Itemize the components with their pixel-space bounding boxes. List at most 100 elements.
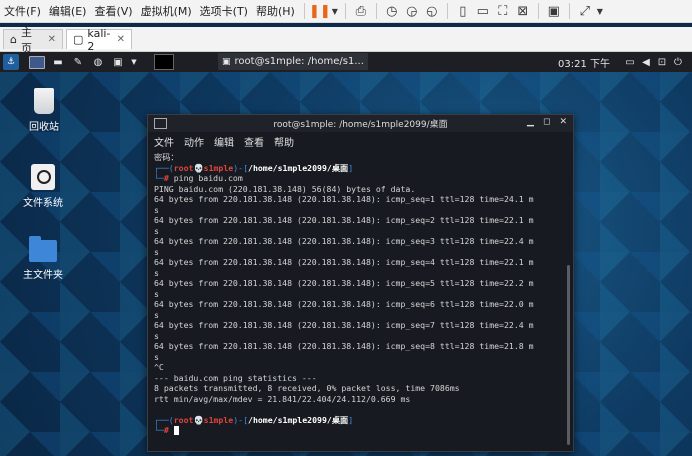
folder-icon — [29, 236, 57, 262]
sidebar-toggle-icon[interactable]: ▯ — [453, 2, 473, 20]
snapshot-manager-icon[interactable]: ◵ — [422, 2, 442, 20]
tab-kali[interactable]: ▢ kali-2 ✕ — [66, 27, 132, 53]
terminal-console-icon[interactable]: ▣ — [544, 2, 564, 20]
close-icon[interactable]: ✕ — [559, 117, 567, 127]
desktop-icon-trash[interactable]: 回收站 — [12, 88, 76, 133]
wrap-char: s — [154, 204, 159, 215]
password-prompt: 密码： — [154, 152, 179, 162]
vm-tab-bar: ⌂ 主页 ✕ ▢ kali-2 ✕ — [0, 26, 692, 55]
prompt-line: ┌──(root💀s1mple)-[/home/s1mple2099/桌面] — [154, 162, 354, 173]
maximize-icon[interactable]: ◻ — [543, 117, 550, 127]
ping-header: PING baidu.com (220.181.38.148) 56(84) b… — [154, 183, 416, 194]
toolbar-divider — [568, 3, 570, 19]
close-icon[interactable]: ✕ — [117, 34, 125, 45]
wrap-char: s — [154, 309, 159, 320]
menu-help[interactable]: 帮助(H) — [252, 3, 299, 19]
close-icon[interactable]: ✕ — [48, 34, 56, 45]
dropdown-arrow-icon[interactable]: ▼ — [330, 2, 340, 20]
desktop-icon-label: 文件系统 — [23, 198, 63, 209]
ping-line: 64 bytes from 220.181.38.148 (220.181.38… — [154, 236, 534, 246]
desktop-icon-home-folder[interactable]: 主文件夹 — [11, 236, 75, 281]
ping-line: 64 bytes from 220.181.38.148 (220.181.38… — [154, 278, 534, 288]
terminal-icon: ▣ — [222, 56, 231, 67]
kali-top-panel: ⚓ ▬ ✎ ◍ ▣ ▼ ▣ root@s1mple: /home/s1... 0… — [0, 52, 692, 72]
ping-line: 64 bytes from 220.181.38.148 (220.181.38… — [154, 320, 534, 330]
monitor-icon[interactable]: ▭ — [622, 57, 638, 68]
browser-icon[interactable]: ◍ — [90, 55, 106, 69]
workspace-1[interactable] — [154, 54, 174, 70]
terminal-window[interactable]: root@s1mple: /home/s1mple2099/桌面 ▁ ◻ ✕ 文… — [147, 114, 574, 452]
terminal-titlebar[interactable]: root@s1mple: /home/s1mple2099/桌面 ▁ ◻ ✕ — [148, 115, 573, 132]
ping-line: 64 bytes from 220.181.38.148 (220.181.38… — [154, 194, 534, 204]
trash-icon — [34, 88, 54, 114]
menu-view[interactable]: 查看(V) — [90, 3, 136, 19]
panel-tray: 03:21 下午 ▭ ◀ ⊡ ⏻ — [558, 52, 692, 72]
file-manager-icon[interactable]: ▬ — [50, 55, 66, 69]
terminal-menu-file[interactable]: 文件 — [154, 134, 174, 149]
terminal-menu-edit[interactable]: 编辑 — [214, 134, 234, 149]
terminal-output[interactable]: 密码： ┌──(root💀s1mple)-[/home/s1mple2099/桌… — [154, 152, 561, 447]
lock-icon[interactable]: ⊡ — [654, 57, 670, 68]
revert-snapshot-icon[interactable]: ◶ — [402, 2, 422, 20]
vm-icon: ▢ — [73, 33, 84, 46]
terminal-menu-actions[interactable]: 动作 — [184, 134, 204, 149]
interrupt: ^C — [154, 362, 164, 372]
desktop-icon-label: 回收站 — [29, 122, 59, 133]
ping-line: 64 bytes from 220.181.38.148 (220.181.38… — [154, 299, 534, 309]
vm-menubar: 文件(F) 编辑(E) 查看(V) 虚拟机(M) 选项卡(T) 帮助(H) ❚❚… — [0, 0, 692, 23]
wrap-char: s — [154, 288, 159, 299]
wrap-char: s — [154, 267, 159, 278]
window-controls: ▁ ◻ ✕ — [527, 117, 567, 127]
toolbar-divider — [375, 3, 377, 19]
ping-line: 64 bytes from 220.181.38.148 (220.181.38… — [154, 257, 534, 267]
desktop-icon-filesystem[interactable]: 文件系统 — [11, 164, 75, 209]
tab-home[interactable]: ⌂ 主页 ✕ — [3, 26, 63, 55]
toolbar-divider — [537, 3, 539, 19]
toolbar-divider — [344, 3, 346, 19]
pause-icon[interactable]: ❚❚ — [309, 2, 331, 20]
terminal-title: root@s1mple: /home/s1mple2099/桌面 — [273, 120, 448, 130]
wrap-char: s — [154, 246, 159, 257]
prompt-line: ┌──(root💀s1mple)-[/home/s1mple2099/桌面] — [154, 414, 354, 425]
dropdown-arrow-icon[interactable]: ▼ — [595, 2, 605, 20]
terminal-menu-view[interactable]: 查看 — [244, 134, 264, 149]
fullscreen-icon[interactable]: ⛶ — [493, 2, 513, 20]
stats-header: --- baidu.com ping statistics --- — [154, 372, 317, 383]
command-text: ping baidu.com — [173, 173, 243, 183]
tab-home-label: 主页 — [20, 25, 32, 55]
ping-line: 64 bytes from 220.181.38.148 (220.181.38… — [154, 215, 534, 225]
volume-icon[interactable]: ◀ — [638, 57, 654, 68]
taskbar-window-title: root@s1mple: /home/s1... — [234, 56, 364, 67]
taskbar-terminal-window[interactable]: ▣ root@s1mple: /home/s1... — [218, 53, 368, 70]
text-cursor — [173, 426, 179, 435]
chevron-down-icon[interactable]: ▼ — [130, 55, 138, 69]
clock[interactable]: 03:21 下午 — [558, 55, 610, 70]
send-keys-icon[interactable]: ⎙ — [351, 2, 371, 20]
menu-vm[interactable]: 虚拟机(M) — [137, 3, 196, 19]
snapshot-icon[interactable]: ◷ — [382, 2, 402, 20]
power-icon[interactable]: ⏻ — [670, 57, 686, 68]
minimize-icon[interactable]: ▁ — [527, 117, 534, 127]
terminal-menubar: 文件 动作 编辑 查看 帮助 — [148, 132, 573, 150]
terminal-icon[interactable]: ▣ — [110, 55, 126, 69]
text-editor-icon[interactable]: ✎ — [70, 55, 86, 69]
menu-edit[interactable]: 编辑(E) — [45, 3, 91, 19]
toolbar-divider — [303, 3, 305, 19]
console-view-icon[interactable]: ▭ — [473, 2, 493, 20]
toolbar-divider — [446, 3, 448, 19]
wrap-char: s — [154, 225, 159, 236]
terminal-scrollbar[interactable] — [567, 265, 570, 445]
home-icon: ⌂ — [10, 33, 17, 46]
terminal-menu-help[interactable]: 帮助 — [274, 134, 294, 149]
wrap-char: s — [154, 351, 159, 362]
kali-menu-icon[interactable]: ⚓ — [3, 54, 19, 70]
stats-packets: 8 packets transmitted, 8 received, 0% pa… — [154, 383, 460, 393]
ping-line: 64 bytes from 220.181.38.148 (220.181.38… — [154, 341, 534, 351]
drive-icon — [31, 164, 55, 190]
menu-tabs[interactable]: 选项卡(T) — [196, 3, 252, 19]
menu-file[interactable]: 文件(F) — [0, 3, 45, 19]
show-desktop-icon[interactable] — [29, 55, 45, 69]
unity-icon[interactable]: ⊠ — [513, 2, 533, 20]
stretch-icon[interactable]: ⤢ — [575, 2, 595, 20]
stats-rtt: rtt min/avg/max/mdev = 21.841/22.404/24.… — [154, 393, 411, 404]
